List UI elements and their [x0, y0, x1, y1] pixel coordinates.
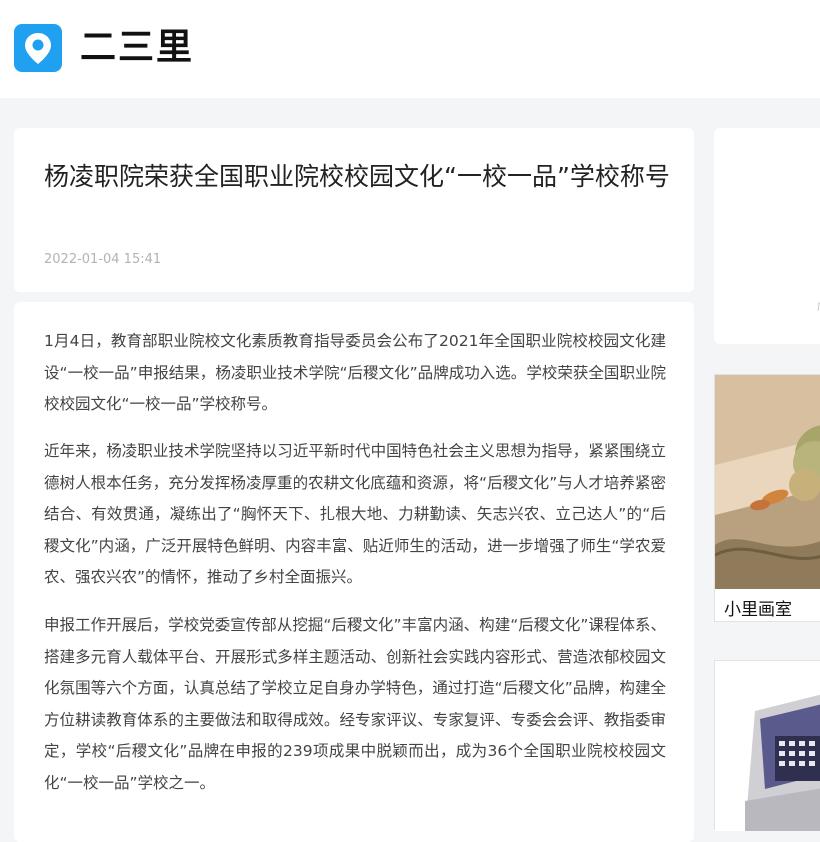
site-brand[interactable]: 二三里: [80, 22, 194, 74]
sidebar-item-device[interactable]: [714, 660, 820, 831]
sidebar-item-painting[interactable]: 小里画室: [714, 374, 820, 622]
still-life-painting-image: [714, 375, 820, 589]
top-header: 二三里: [0, 0, 820, 98]
location-pin-icon[interactable]: [14, 24, 62, 72]
sidebar-ad-card[interactable]: 广: [714, 128, 820, 344]
device-product-image: [715, 661, 820, 831]
article-header-card: 杨凌职院荣获全国职业院校校园文化“一校一品”学校称号 2022-01-04 15…: [14, 128, 694, 292]
article-body-card: 1月4日，教育部职业院校文化素质教育指导委员会公布了2021年全国职业院校校园文…: [14, 302, 694, 842]
article-title: 杨凌职院荣获全国职业院校校园文化“一校一品”学校称号: [44, 162, 670, 191]
sidebar-item-caption[interactable]: 小里画室: [724, 595, 792, 620]
article-paragraph: 近年来，杨凌职业技术学院坚持以习近平新时代中国特色社会主义思想为指导，紧紧围绕立…: [44, 442, 666, 586]
article-paragraph: 申报工作开展后，学校党委宣传部从挖掘“后稷文化”丰富内涵、构建“后稷文化”课程体…: [44, 616, 666, 792]
article-date: 2022-01-04 15:41: [44, 252, 162, 267]
article-paragraph: 1月4日，教育部职业院校文化素质教育指导委员会公布了2021年全国职业院校校园文…: [44, 332, 666, 413]
